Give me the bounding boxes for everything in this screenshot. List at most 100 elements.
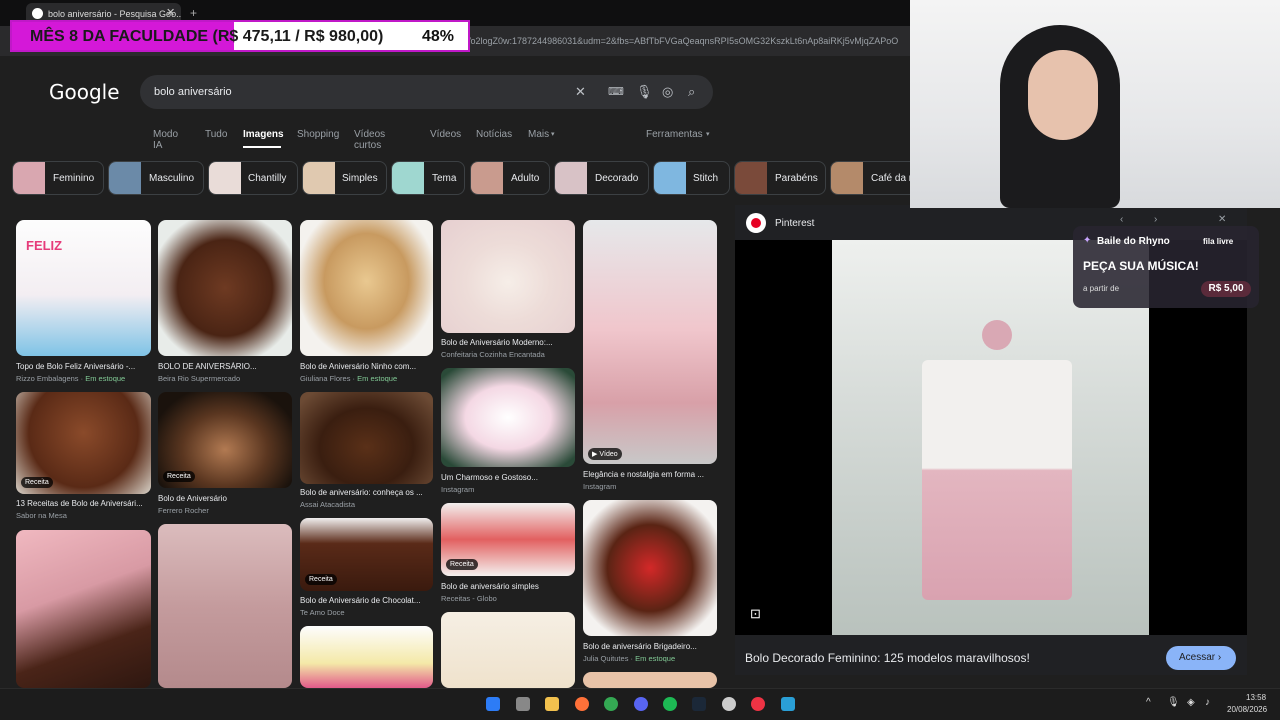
banner-label: MÊS 8 DA FACULDADE (R$ 475,11 / R$ 980,0… [30,28,384,45]
result-caption[interactable]: Um Charmoso e Gostoso... [441,473,576,482]
search-input[interactable]: bolo aniversário [154,86,232,98]
result-image[interactable] [300,626,433,688]
search-icon[interactable]: ⌕ [688,84,695,100]
queue-status: fila livre [1203,237,1234,246]
tab-mais[interactable]: Mais [528,129,549,140]
result-image[interactable]: Receita [158,392,292,488]
new-tab-icon[interactable]: + [190,6,197,20]
tab-tudo[interactable]: Tudo [205,129,227,140]
preview-title[interactable]: Bolo Decorado Feminino: 125 modelos mara… [745,651,1030,665]
chip-thumbnail [13,162,45,194]
chip-masculino[interactable]: Masculino [108,161,204,195]
tab-shopping[interactable]: Shopping [297,129,339,140]
visit-button[interactable]: Acessar › [1166,646,1236,670]
result-image[interactable] [441,220,575,333]
spotify-icon[interactable] [663,697,677,711]
tab-close-icon[interactable]: ✕ [166,6,175,19]
firefox-icon[interactable] [575,697,589,711]
chip-stitch[interactable]: Stitch [653,161,730,195]
tab-modo-ia[interactable]: Modo IA [153,129,178,151]
source-name: Giuliana Flores [300,374,351,383]
chip-decorado[interactable]: Decorado [554,161,649,195]
stock-label: Em estoque [85,374,126,383]
steam-icon[interactable] [692,697,706,711]
result-image[interactable] [300,392,433,484]
file-explorer-icon[interactable] [545,697,559,711]
result-caption[interactable]: Topo de Bolo Feliz Aniversário -... [16,362,151,371]
visual-search-icon[interactable]: ⊡ [750,606,761,622]
result-caption[interactable]: Bolo de Aniversário Moderno:... [441,338,576,347]
result-image[interactable]: Receita [300,518,433,591]
recipe-badge: Receita [163,471,195,482]
result-caption[interactable]: Bolo de aniversário simples [441,582,576,591]
price-badge: R$ 5,00 [1201,281,1251,297]
result-image[interactable] [441,612,575,688]
result-caption[interactable]: Bolo de Aniversário [158,494,293,503]
obs-icon[interactable] [722,697,736,711]
previous-icon[interactable]: ‹ [1120,214,1123,225]
task-view-icon[interactable] [516,697,530,711]
cake-shape [922,360,1072,600]
tools-button[interactable]: Ferramentas [646,129,703,140]
microphone-icon[interactable]: 🎙 [636,84,653,100]
tab-imagens[interactable]: Imagens [243,129,284,140]
result-image[interactable] [583,672,717,688]
google-logo[interactable]: Google [49,80,120,104]
tray-chevron-icon[interactable]: ^ [1146,697,1151,708]
result-image[interactable] [441,368,575,467]
result-caption[interactable]: Bolo de Aniversário Ninho com... [300,362,435,371]
chip-chantilly[interactable]: Chantilly [208,161,298,195]
chevron-down-icon: ▾ [706,131,710,138]
recipe-badge: Receita [305,574,337,585]
stock-label: Em estoque [635,654,676,663]
preview-source[interactable]: Pinterest [775,218,814,229]
network-icon[interactable]: ◈ [1187,697,1195,708]
clock-time[interactable]: 13:58 [1246,693,1266,702]
keyboard-icon[interactable]: ⌨ [608,85,624,98]
result-image[interactable]: FELIZ [16,220,151,356]
result-caption[interactable]: Bolo de Aniversário de Chocolat... [300,596,435,605]
microphone-tray-icon[interactable]: 🎙 [1167,697,1180,708]
clock-date[interactable]: 20/08/2026 [1227,705,1267,714]
chip-tema[interactable]: Tema [391,161,465,195]
chip-simples[interactable]: Simples [302,161,387,195]
chip-adulto[interactable]: Adulto [470,161,550,195]
result-source: Confeitaria Cozinha Encantada [441,350,545,359]
chip-label: Decorado [595,173,639,184]
result-image[interactable] [16,530,151,688]
result-image[interactable] [158,524,292,688]
volume-icon[interactable]: ♪ [1205,697,1210,708]
app-icon[interactable] [781,697,795,711]
result-image[interactable] [583,500,717,636]
result-caption[interactable]: BOLO DE ANIVERSÁRIO... [158,362,293,371]
result-caption[interactable]: Bolo de aniversário Brigadeiro... [583,642,718,651]
lens-icon[interactable]: ◎ [662,84,673,100]
chrome-icon[interactable] [604,697,618,711]
tab-videos-curtos[interactable]: Vídeos curtos [354,129,385,151]
tab-videos[interactable]: Vídeos [430,129,461,140]
result-image[interactable] [300,220,433,356]
result-image[interactable]: Receita [441,503,575,576]
result-image[interactable]: Receita [16,392,151,494]
chip-cafe[interactable]: Café da m [830,161,917,195]
chevron-down-icon: ▾ [551,131,555,138]
discord-icon[interactable] [634,697,648,711]
chip-thumbnail [303,162,335,194]
windows-start-icon[interactable] [486,697,500,711]
close-panel-icon[interactable]: ✕ [1218,214,1226,225]
result-caption[interactable]: Bolo de aniversário: conheça os ... [300,488,435,497]
result-caption[interactable]: 13 Receitas de Bolo de Aniversári... [16,499,151,508]
result-caption[interactable]: Elegância e nostalgia em forma ... [583,470,718,479]
result-image[interactable]: ▶ Vídeo [583,220,717,464]
chrome-active-icon[interactable] [751,697,765,711]
chip-parabens[interactable]: Parabéns [734,161,826,195]
tab-noticias[interactable]: Notícias [476,129,512,140]
chip-feminino[interactable]: Feminino [12,161,104,195]
result-source: Te Amo Doce [300,608,345,617]
clear-icon[interactable]: ✕ [575,84,586,100]
cake-topper-text: FELIZ [26,238,63,253]
search-box[interactable]: bolo aniversário ✕ ⌨ 🎙 ◎ ⌕ [140,75,713,109]
result-image[interactable] [158,220,292,356]
next-icon[interactable]: › [1154,214,1157,225]
url-text[interactable]: Vo2logZ0w:1787244986031&udm=2&fbs=ABfTbF… [465,36,910,46]
